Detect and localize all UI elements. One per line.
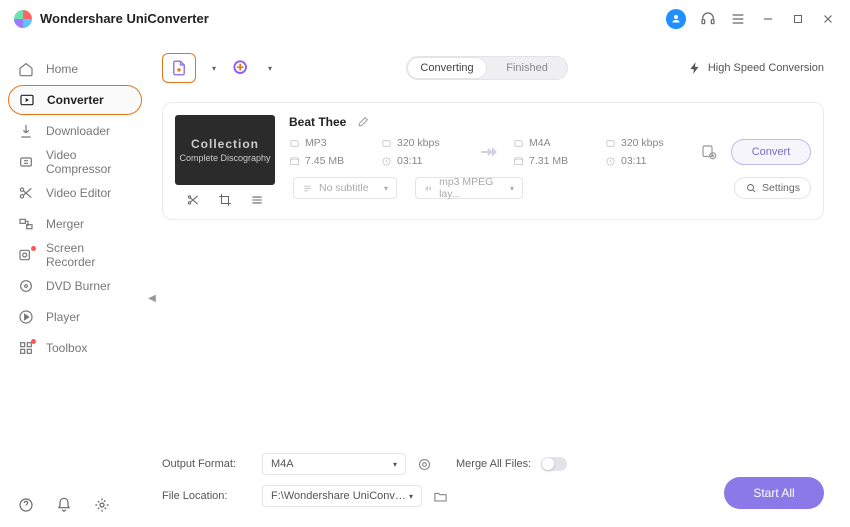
download-icon <box>18 123 34 139</box>
bottom-bar: Output Format: M4A▾ Merge All Files: Fil… <box>162 451 824 515</box>
tab-converting[interactable]: Converting <box>407 57 487 79</box>
edit-title-icon[interactable] <box>356 116 369 129</box>
merger-icon <box>18 216 34 232</box>
sidebar-label: DVD Burner <box>46 279 111 293</box>
sidebar-label: Player <box>46 310 80 324</box>
subtitle-dropdown[interactable]: No subtitle▾ <box>293 177 397 199</box>
app-logo-icon <box>14 10 32 28</box>
file-location-label: File Location: <box>162 490 252 502</box>
dst-format: M4A <box>513 137 595 149</box>
sidebar-item-dvd[interactable]: DVD Burner <box>0 271 152 301</box>
file-location-dropdown[interactable]: F:\Wondershare UniConverter▾ <box>262 485 422 507</box>
merge-label: Merge All Files: <box>456 458 531 470</box>
start-all-button[interactable]: Start All <box>724 477 824 509</box>
open-folder-icon[interactable] <box>432 488 448 504</box>
play-icon <box>18 309 34 325</box>
sidebar-item-downloader[interactable]: Downloader <box>0 116 152 146</box>
app-title: Wondershare UniConverter <box>40 11 209 26</box>
file-settings-button[interactable]: Settings <box>734 177 811 199</box>
sidebar-item-player[interactable]: Player <box>0 302 152 332</box>
dst-size: 7.31 MB <box>513 155 595 167</box>
sidebar-label: Screen Recorder <box>46 241 134 269</box>
merge-toggle[interactable] <box>541 457 567 471</box>
format-settings-icon[interactable] <box>416 456 432 472</box>
menu-icon[interactable] <box>730 11 746 27</box>
sidebar-label: Toolbox <box>46 341 87 355</box>
home-icon <box>18 61 34 77</box>
hsc-label: High Speed Conversion <box>708 62 824 74</box>
scissors-icon <box>18 185 34 201</box>
sidebar: Home Converter Downloader Video Compress… <box>0 38 152 527</box>
maximize-button[interactable] <box>790 11 806 27</box>
sidebar-item-editor[interactable]: Video Editor <box>0 178 152 208</box>
src-size: 7.45 MB <box>289 155 371 167</box>
settings-icon[interactable] <box>94 497 110 513</box>
sidebar-label: Converter <box>47 93 104 107</box>
file-title: Beat Thee <box>289 115 346 129</box>
help-icon[interactable] <box>18 497 34 513</box>
arrow-icon <box>473 140 503 164</box>
sidebar-label: Merger <box>46 217 84 231</box>
sidebar-item-toolbox[interactable]: Toolbox <box>0 333 152 363</box>
dst-duration: 03:11 <box>605 155 687 167</box>
sidebar-item-compressor[interactable]: Video Compressor <box>0 147 152 177</box>
disc-icon <box>18 278 34 294</box>
sidebar-label: Video Editor <box>46 186 111 200</box>
sidebar-label: Home <box>46 62 78 76</box>
dst-bitrate: 320 kbps <box>605 137 687 149</box>
file-card: Collection Complete Discography Beat The… <box>162 102 824 220</box>
sidebar-item-converter[interactable]: Converter <box>8 85 142 115</box>
recorder-icon <box>18 247 34 263</box>
user-avatar-icon[interactable] <box>666 9 686 29</box>
titlebar: Wondershare UniConverter <box>0 0 850 38</box>
output-settings-icon[interactable] <box>697 140 721 164</box>
src-format: MP3 <box>289 137 371 149</box>
tab-finished[interactable]: Finished <box>487 57 567 79</box>
collapse-sidebar-button[interactable]: ◀ <box>146 288 158 308</box>
chevron-down-icon[interactable]: ▾ <box>268 64 272 73</box>
file-thumbnail: Collection Complete Discography <box>175 115 275 185</box>
chevron-down-icon[interactable]: ▾ <box>212 64 216 73</box>
minimize-button[interactable] <box>760 11 776 27</box>
sidebar-item-home[interactable]: Home <box>0 54 152 84</box>
compressor-icon <box>18 154 34 170</box>
tab-switcher: Converting Finished <box>406 56 568 80</box>
converter-icon <box>19 92 35 108</box>
add-file-button[interactable] <box>162 53 196 83</box>
output-format-label: Output Format: <box>162 458 252 470</box>
add-url-button[interactable] <box>230 57 252 79</box>
high-speed-toggle[interactable]: High Speed Conversion <box>688 61 824 75</box>
audiotrack-dropdown[interactable]: mp3 MPEG lay...▾ <box>415 177 523 199</box>
main-panel: ◀ ▾ ▾ Converting Finished High Speed Con… <box>152 38 850 527</box>
toolbox-icon <box>18 340 34 356</box>
sidebar-label: Video Compressor <box>46 148 134 176</box>
sidebar-item-recorder[interactable]: Screen Recorder <box>0 240 152 270</box>
close-button[interactable] <box>820 11 836 27</box>
sidebar-item-merger[interactable]: Merger <box>0 209 152 239</box>
sidebar-label: Downloader <box>46 124 110 138</box>
src-duration: 03:11 <box>381 155 463 167</box>
convert-button[interactable]: Convert <box>731 139 811 165</box>
src-bitrate: 320 kbps <box>381 137 463 149</box>
output-format-dropdown[interactable]: M4A▾ <box>262 453 406 475</box>
headset-icon[interactable] <box>700 11 716 27</box>
bell-icon[interactable] <box>56 497 72 513</box>
